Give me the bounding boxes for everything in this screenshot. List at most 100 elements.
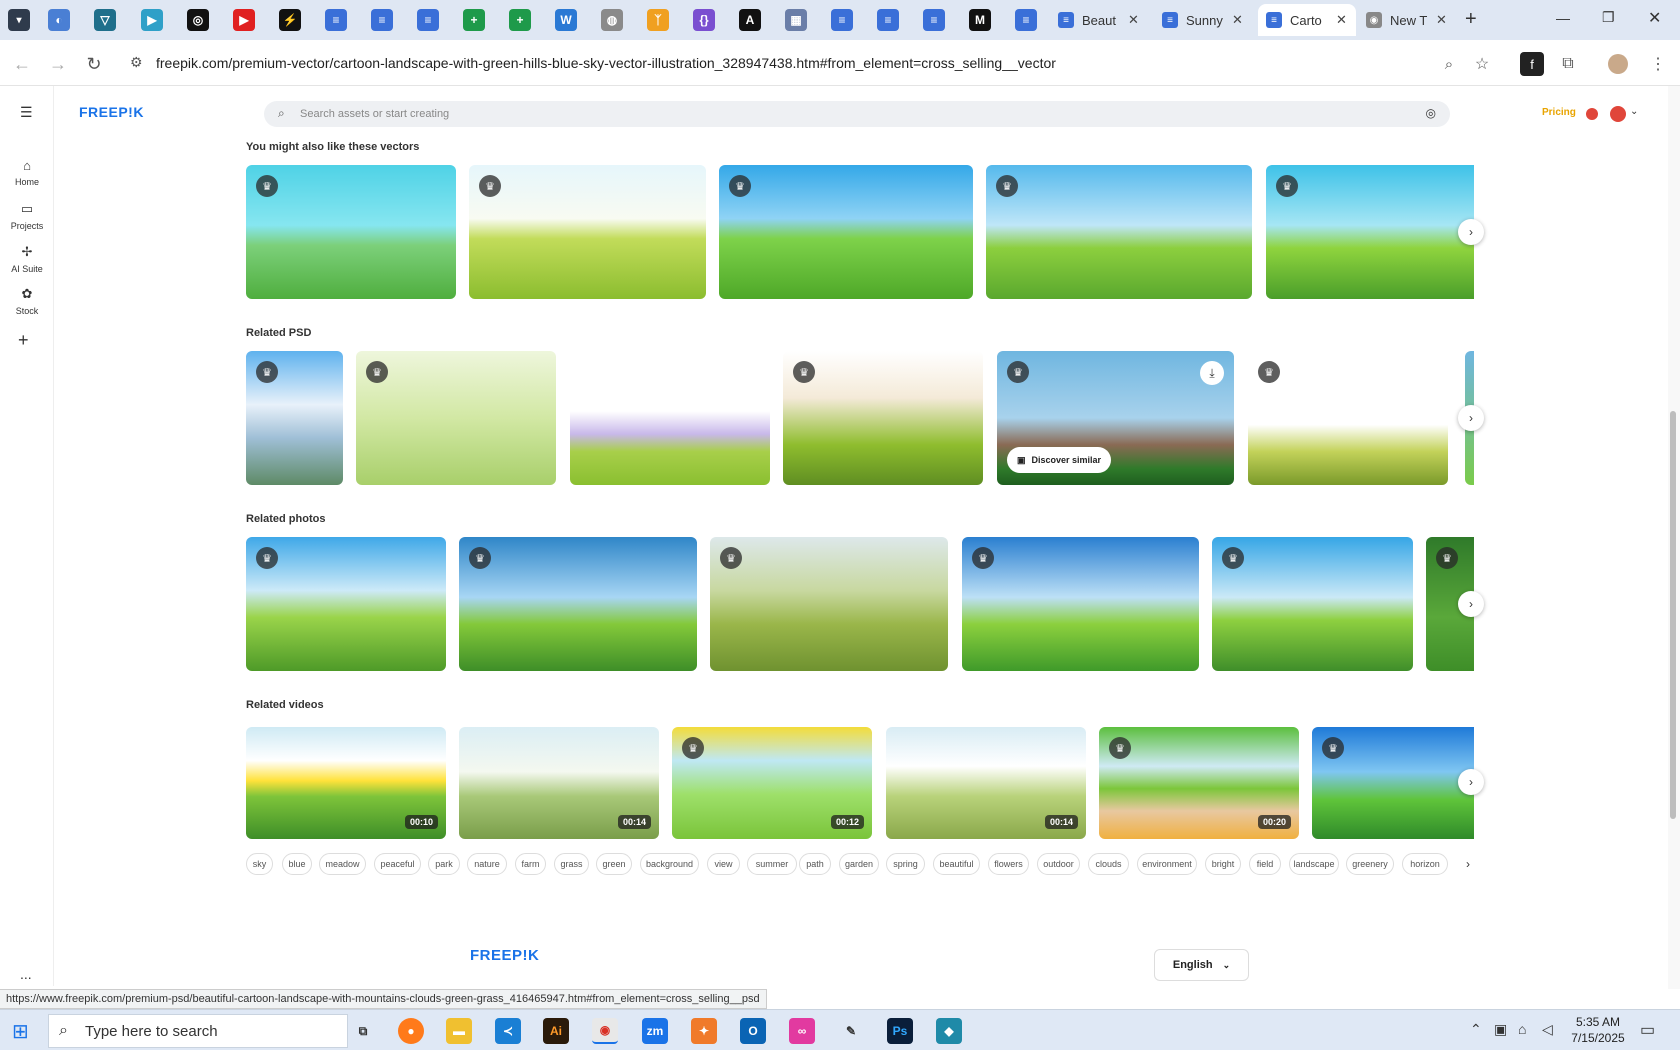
tab-search-button[interactable]: ▾ [8, 9, 30, 31]
new-tab-button[interactable]: + [1465, 8, 1477, 31]
tag-chip[interactable]: peaceful [374, 853, 421, 875]
vector-thumbnail[interactable]: ♛ [469, 165, 706, 299]
volume-icon[interactable]: ◁ [1542, 1021, 1553, 1038]
video-thumbnail[interactable]: ♛ 00:12 [672, 727, 872, 839]
tag-chip[interactable]: greenery [1346, 853, 1394, 875]
creative-cloud-icon[interactable]: ∞ [789, 1018, 815, 1044]
tray-chevron-icon[interactable]: ⌃ [1470, 1021, 1482, 1038]
search-input[interactable]: ⌕ Search assets or start creating ◎ [264, 101, 1450, 127]
chrome-taskbar-icon[interactable]: ◉ [592, 1018, 618, 1044]
psd-thumbnail[interactable]: ♛ [356, 351, 556, 485]
tab-favicon-4[interactable]: ◎ [187, 9, 209, 31]
tab-favicon-docs-5[interactable]: ≡ [877, 9, 899, 31]
psd-thumbnail[interactable]: ♛ [246, 351, 343, 485]
tab-favicon-docs-1[interactable]: ≡ [325, 9, 347, 31]
sidebar-item-projects[interactable]: ▭ Projects [0, 201, 54, 231]
minimize-icon[interactable]: — [1556, 10, 1570, 26]
tag-chip[interactable]: sky [246, 853, 273, 875]
user-avatar[interactable] [1610, 106, 1626, 122]
pen-tool-icon[interactable]: ✎ [838, 1018, 864, 1044]
tab-sunny[interactable]: ≡ Sunny ✕ [1154, 4, 1254, 36]
url-field[interactable]: ⚙ freepik.com/premium-vector/cartoon-lan… [120, 46, 1480, 80]
tab-favicon-6[interactable]: ⚡ [279, 9, 301, 31]
zoom-app-icon[interactable]: zm [642, 1018, 668, 1044]
photoshop-icon[interactable]: Ps [887, 1018, 913, 1044]
close-icon[interactable]: ✕ [1128, 12, 1139, 28]
scrollbar-thumb[interactable] [1670, 411, 1676, 819]
tab-favicon-15[interactable]: {} [693, 9, 715, 31]
tab-favicon-sheets-2[interactable]: + [509, 9, 531, 31]
tag-chip[interactable]: blue [282, 853, 312, 875]
site-info-icon[interactable]: ⚙ [130, 54, 143, 71]
video-thumbnail[interactable]: 00:10 [246, 727, 446, 839]
carousel-next-button[interactable]: › [1458, 769, 1484, 795]
tab-favicon-3[interactable]: ▶ [141, 9, 163, 31]
vscode-icon[interactable]: ≺ [495, 1018, 521, 1044]
tab-favicon-youtube[interactable]: ▶ [233, 9, 255, 31]
carousel-next-button[interactable]: › [1458, 219, 1484, 245]
page-scrollbar[interactable] [1668, 86, 1680, 989]
photo-thumbnail[interactable]: ♛ [710, 537, 948, 671]
tab-favicon-14[interactable]: ᛉ [647, 9, 669, 31]
photo-thumbnail[interactable]: ♛ [1212, 537, 1413, 671]
app-icon[interactable]: ◆ [936, 1018, 962, 1044]
tab-favicon-docs-7[interactable]: ≡ [1015, 9, 1037, 31]
tag-chip[interactable]: flowers [988, 853, 1029, 875]
tab-favicon-docs-3[interactable]: ≡ [417, 9, 439, 31]
illustrator-icon[interactable]: Ai [543, 1018, 569, 1044]
tag-chip[interactable]: path [799, 853, 831, 875]
tag-chip[interactable]: background [640, 853, 699, 875]
extension-icon[interactable]: f [1520, 52, 1544, 76]
download-icon[interactable]: ⤓ [1200, 361, 1224, 385]
bookmark-star-icon[interactable]: ☆ [1470, 52, 1494, 76]
tag-chip[interactable]: garden [839, 853, 879, 875]
tag-chip[interactable]: environment [1137, 853, 1197, 875]
back-icon[interactable]: ← [10, 52, 34, 76]
photo-thumbnail[interactable]: ♛ [962, 537, 1199, 671]
sidebar-item-home[interactable]: ⌂ Home [0, 158, 54, 187]
tag-chip[interactable]: view [707, 853, 740, 875]
tag-chip[interactable]: grass [554, 853, 589, 875]
tab-favicon-12[interactable]: W [555, 9, 577, 31]
sidebar-item-stock[interactable]: ✿ Stock [0, 286, 54, 316]
windows-start-icon[interactable]: ⊞ [12, 1019, 29, 1044]
footer-logo[interactable]: FREEP!K [470, 947, 539, 964]
hamburger-icon[interactable]: ☰ [20, 104, 33, 121]
photo-thumbnail[interactable]: ♛ [459, 537, 697, 671]
window-close-icon[interactable]: ✕ [1648, 8, 1661, 28]
extensions-puzzle-icon[interactable]: ⧉ [1556, 52, 1580, 76]
restore-icon[interactable]: ❐ [1602, 9, 1615, 26]
tag-chip[interactable]: meadow [319, 853, 366, 875]
tab-favicon-globe[interactable]: ◍ [601, 9, 623, 31]
video-thumbnail[interactable]: 00:14 [459, 727, 659, 839]
close-icon[interactable]: ✕ [1336, 12, 1347, 28]
tag-chip[interactable]: landscape [1289, 853, 1339, 875]
file-explorer-icon[interactable]: ▬ [446, 1018, 472, 1044]
video-thumbnail[interactable]: ♛ 00:20 [1099, 727, 1299, 839]
notifications-icon[interactable]: ▭ [1640, 1020, 1655, 1040]
profile-avatar[interactable] [1608, 54, 1628, 74]
video-thumbnail[interactable]: ♛ [1312, 727, 1474, 839]
video-thumbnail[interactable]: 00:14 [886, 727, 1086, 839]
vector-thumbnail[interactable]: ♛ [246, 165, 456, 299]
tab-beaut[interactable]: ≡ Beaut ✕ [1050, 4, 1150, 36]
tags-next-icon[interactable]: › [1466, 857, 1470, 871]
camera-search-icon[interactable]: ◎ [1426, 106, 1436, 120]
tab-favicon-1[interactable]: ◐ [48, 9, 70, 31]
tag-chip[interactable]: spring [886, 853, 925, 875]
tab-favicon-17[interactable]: ▦ [785, 9, 807, 31]
tab-favicon-2[interactable]: ▽ [94, 9, 116, 31]
tag-chip[interactable]: farm [515, 853, 546, 875]
tag-chip[interactable]: beautiful [933, 853, 980, 875]
task-view-icon[interactable]: ⧉ [350, 1018, 376, 1044]
tag-chip[interactable]: outdoor [1037, 853, 1080, 875]
psd-thumbnail[interactable]: ♛ [1248, 351, 1448, 485]
add-icon[interactable]: + [18, 330, 29, 351]
tag-chip[interactable]: summer [747, 853, 797, 875]
tag-chip[interactable]: green [596, 853, 632, 875]
freepik-logo[interactable]: FREEP!K [79, 104, 144, 120]
chevron-down-icon[interactable]: ⌄ [1630, 106, 1638, 117]
reload-icon[interactable]: ↻ [82, 52, 106, 76]
network-icon[interactable]: ⌂ [1518, 1021, 1526, 1037]
outlook-icon[interactable]: O [740, 1018, 766, 1044]
